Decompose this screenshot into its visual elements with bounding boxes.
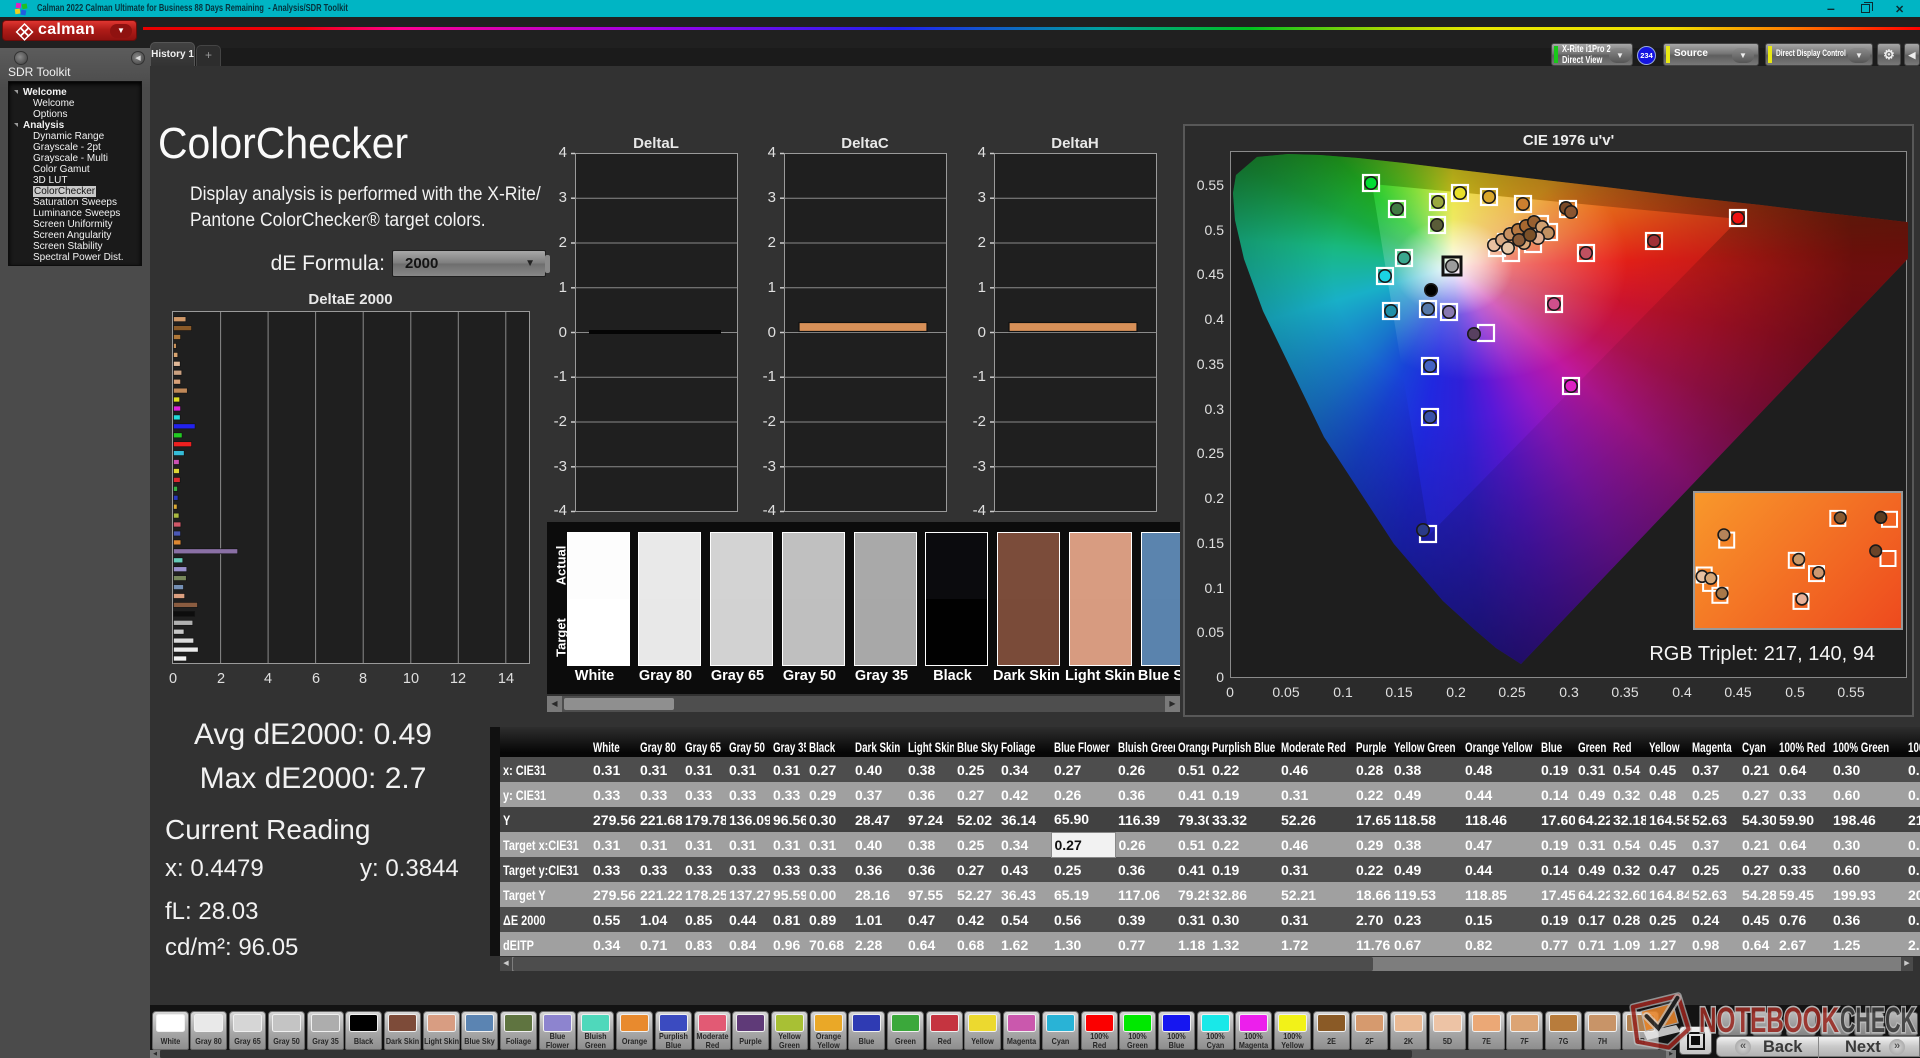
svg-text:NOTEBOOK: NOTEBOOK	[1699, 1001, 1839, 1040]
svg-text:CHECK: CHECK	[1840, 1001, 1916, 1040]
